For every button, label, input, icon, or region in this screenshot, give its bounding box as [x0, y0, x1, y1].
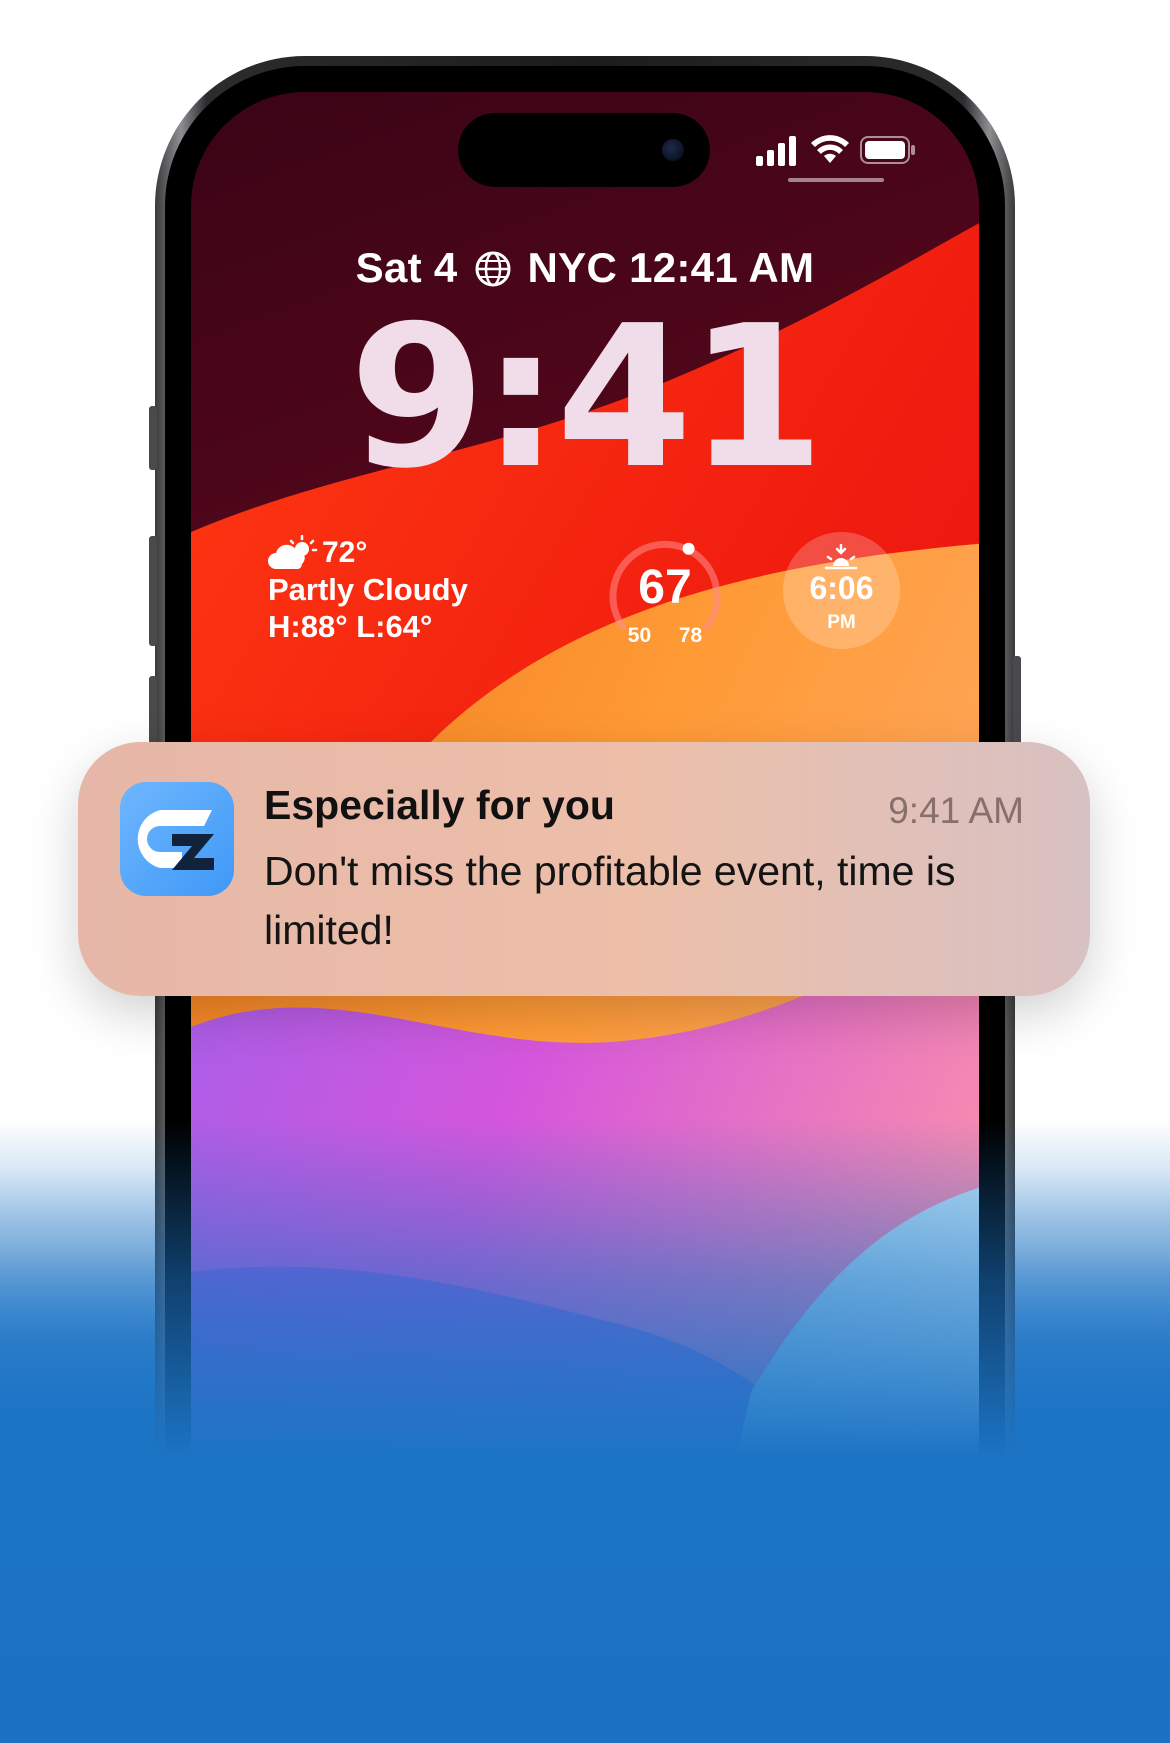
temperature-gauge-widget[interactable]: 67 50 78 — [605, 535, 725, 655]
notification-title: Especially for you — [264, 782, 615, 828]
notification-banner[interactable]: Especially for you 9:41 AM Don't miss th… — [78, 742, 1090, 996]
front-camera-icon — [662, 139, 684, 161]
sunset-time: 6:06 — [809, 570, 874, 606]
sunset-period: PM — [827, 612, 856, 633]
weather-temperature: 72° — [322, 536, 368, 569]
gauge-high-value: 78 — [678, 624, 703, 647]
sunset-icon — [824, 544, 858, 570]
weather-condition: Partly Cloudy — [268, 572, 468, 607]
status-underline — [788, 178, 884, 182]
weather-widget[interactable]: 72° Partly Cloudy H:88° L:64° — [268, 535, 468, 645]
status-bar — [756, 132, 916, 168]
globe-icon — [475, 251, 511, 287]
gauge-current-value: 67 — [638, 561, 692, 614]
bottom-fade-overlay — [0, 1120, 1170, 1570]
app-logo-icon — [120, 782, 234, 896]
gauge-low-value: 50 — [627, 624, 652, 647]
dynamic-island — [458, 113, 710, 187]
sunset-widget[interactable]: 6:06 PM — [783, 532, 900, 649]
wifi-icon — [811, 135, 849, 163]
volume-up-button — [149, 536, 157, 646]
partly-cloudy-icon — [268, 535, 318, 569]
cellular-signal-icon — [756, 136, 796, 166]
weather-high-low: H:88° L:64° — [268, 609, 433, 644]
notification-time: 9:41 AM — [888, 790, 1024, 831]
lock-screen-clock[interactable]: 9:41 — [0, 300, 1170, 496]
notification-body: Don't miss the profitable event, time is… — [264, 848, 956, 953]
battery-icon — [860, 136, 915, 164]
